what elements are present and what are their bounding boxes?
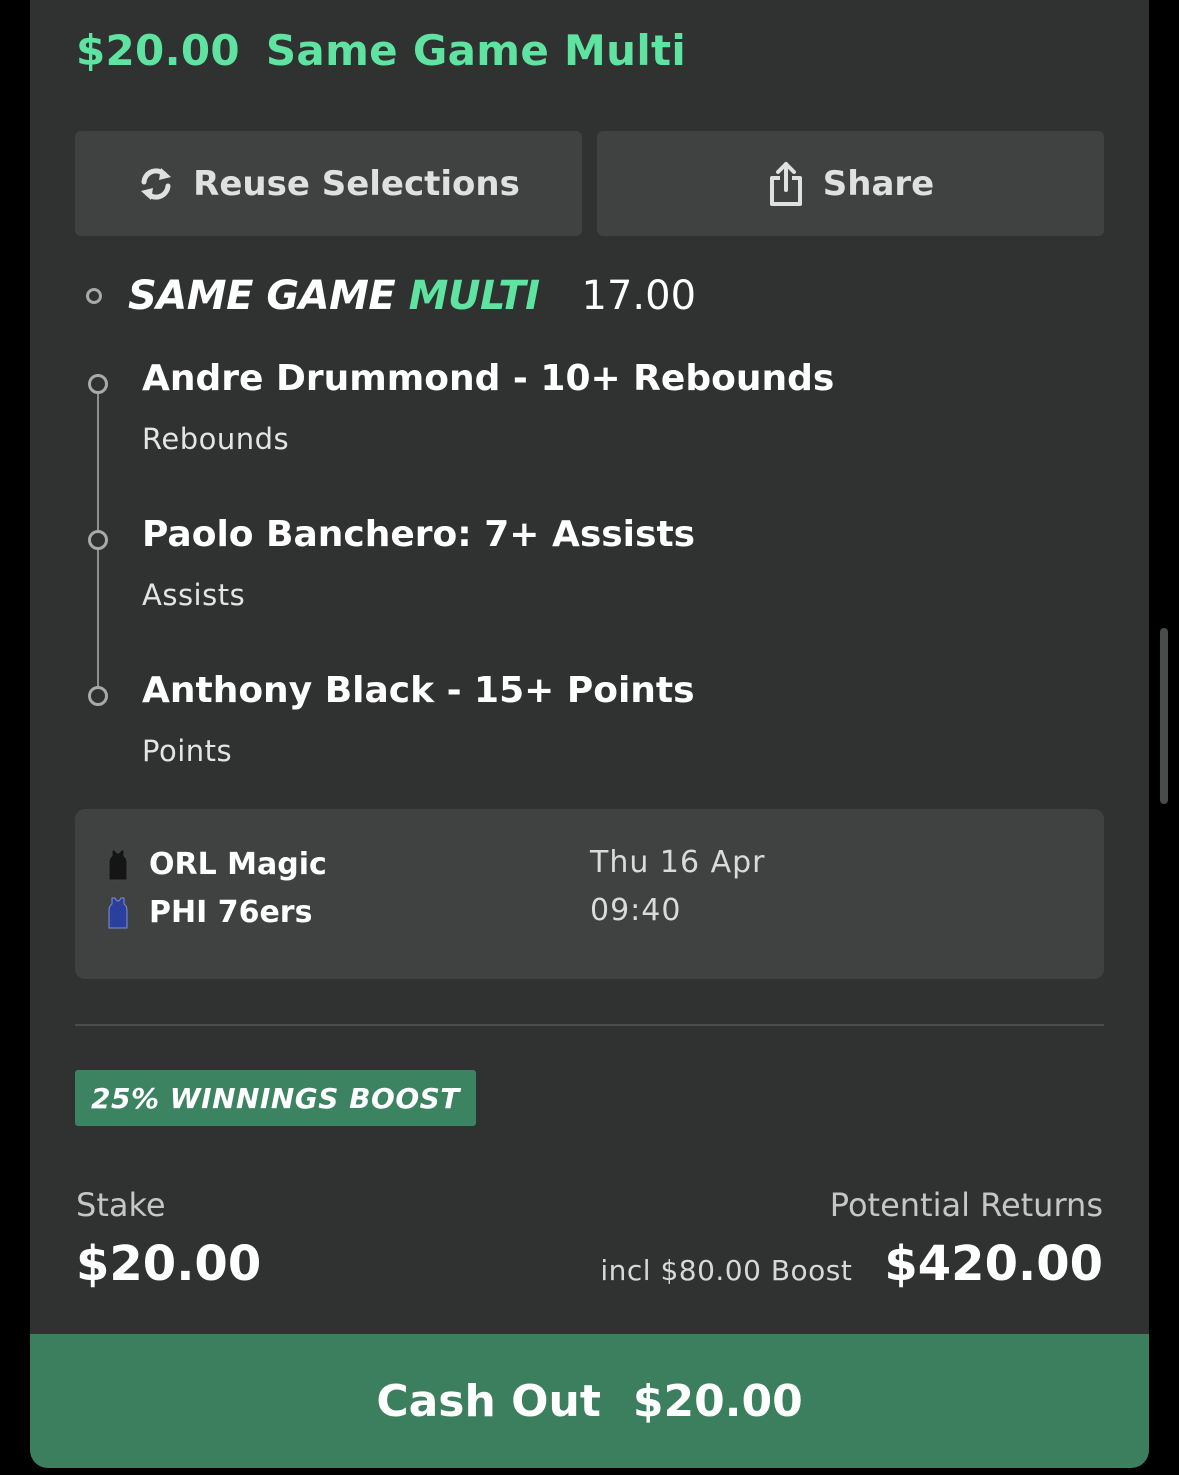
boost-note: incl $80.00 Boost xyxy=(600,1254,853,1287)
away-team: PHI 76ers xyxy=(105,895,312,930)
sgm-title-part1: SAME GAME xyxy=(128,273,409,319)
game-info-box[interactable]: ORL Magic PHI 76ers Thu 16 Apr 09:40 xyxy=(75,809,1104,979)
bet-header: $20.00 Same Game Multi xyxy=(76,26,686,75)
bet-type: Same Game Multi xyxy=(265,26,687,75)
reuse-selections-label: Reuse Selections xyxy=(193,163,520,204)
stake-label: Stake xyxy=(76,1186,166,1224)
away-team-name: PHI 76ers xyxy=(149,895,313,930)
scrollbar[interactable] xyxy=(1160,628,1168,804)
reuse-selections-button[interactable]: Reuse Selections xyxy=(75,131,582,236)
home-team: ORL Magic xyxy=(105,847,327,882)
potential-returns: incl $80.00 Boost $420.00 xyxy=(600,1236,1103,1292)
sgm-summary: SAME GAME MULTI 17.00 xyxy=(86,270,696,322)
sgm-odds: 17.00 xyxy=(581,273,697,319)
jersey-black-icon xyxy=(108,849,128,880)
sgm-title-part2: MULTI xyxy=(408,273,540,319)
refresh-icon xyxy=(137,164,175,204)
leg-market: Rebounds xyxy=(142,422,290,456)
cash-out-button[interactable]: Cash Out $20.00 xyxy=(30,1334,1149,1468)
jersey-blue-icon xyxy=(108,897,128,928)
divider xyxy=(75,1024,1104,1026)
cash-out-amount: $20.00 xyxy=(632,1375,803,1427)
leg-marker-icon xyxy=(88,686,108,706)
game-time: 09:40 xyxy=(590,893,682,928)
game-date: Thu 16 Apr xyxy=(590,845,766,880)
stake-value: $20.00 xyxy=(76,1236,262,1292)
leg-marker-icon xyxy=(88,374,108,394)
share-label: Share xyxy=(822,163,935,204)
sgm-title: SAME GAME MULTI xyxy=(128,273,540,319)
bet-card: $20.00 Same Game Multi Reuse Selections S… xyxy=(30,0,1149,1468)
bet-amount: $20.00 xyxy=(76,26,240,75)
winnings-boost-badge: 25% WINNINGS BOOST xyxy=(75,1070,476,1126)
leg-title: Paolo Banchero: 7+ Assists xyxy=(142,514,696,555)
share-icon xyxy=(767,160,805,208)
share-button[interactable]: Share xyxy=(597,131,1104,236)
leg-market: Points xyxy=(142,734,233,768)
home-team-name: ORL Magic xyxy=(149,847,327,882)
leg-marker-icon xyxy=(88,530,108,550)
potential-returns-value: $420.00 xyxy=(884,1236,1103,1292)
sgm-marker-icon xyxy=(86,288,102,304)
leg-market: Assists xyxy=(142,578,246,612)
leg-title: Anthony Black - 15+ Points xyxy=(142,670,695,711)
cash-out-label: Cash Out xyxy=(376,1375,601,1427)
potential-returns-label: Potential Returns xyxy=(829,1186,1103,1224)
leg-title: Andre Drummond - 10+ Rebounds xyxy=(142,358,835,399)
